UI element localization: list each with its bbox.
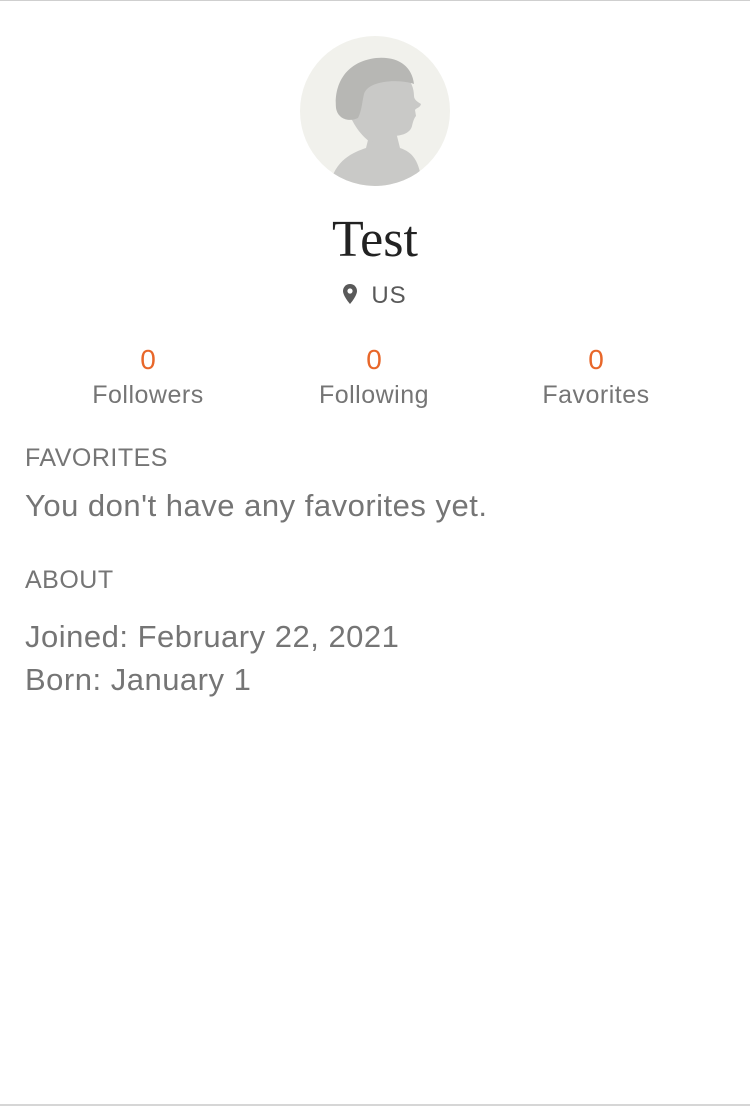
location: US bbox=[0, 280, 750, 312]
following-count: 0 bbox=[366, 344, 382, 375]
followers-label: Followers bbox=[92, 381, 204, 409]
location-text: US bbox=[371, 282, 407, 309]
followers-count: 0 bbox=[140, 344, 156, 375]
favorites-heading: FAVORITES bbox=[25, 444, 168, 472]
map-pin-icon bbox=[343, 284, 358, 304]
favorites-count: 0 bbox=[588, 344, 604, 375]
favorites-label: Favorites bbox=[542, 381, 650, 409]
following-stat[interactable]: 0 Following bbox=[274, 340, 474, 410]
joined-date: Joined: February 22, 2021 bbox=[25, 619, 400, 654]
followers-stat[interactable]: 0 Followers bbox=[48, 340, 248, 410]
avatar[interactable] bbox=[300, 36, 450, 186]
birthday: Born: January 1 bbox=[25, 662, 252, 697]
top-divider bbox=[0, 0, 750, 1]
about-heading: ABOUT bbox=[25, 566, 114, 594]
profile-name: Test bbox=[332, 211, 418, 268]
favorites-empty-message: You don't have any favorites yet. bbox=[25, 488, 488, 523]
default-avatar-silhouette-icon bbox=[330, 57, 422, 186]
following-label: Following bbox=[318, 381, 430, 409]
profile-stats: 0 Followers 0 Following 0 Favorites bbox=[0, 340, 750, 420]
favorites-stat[interactable]: 0 Favorites bbox=[496, 340, 696, 410]
